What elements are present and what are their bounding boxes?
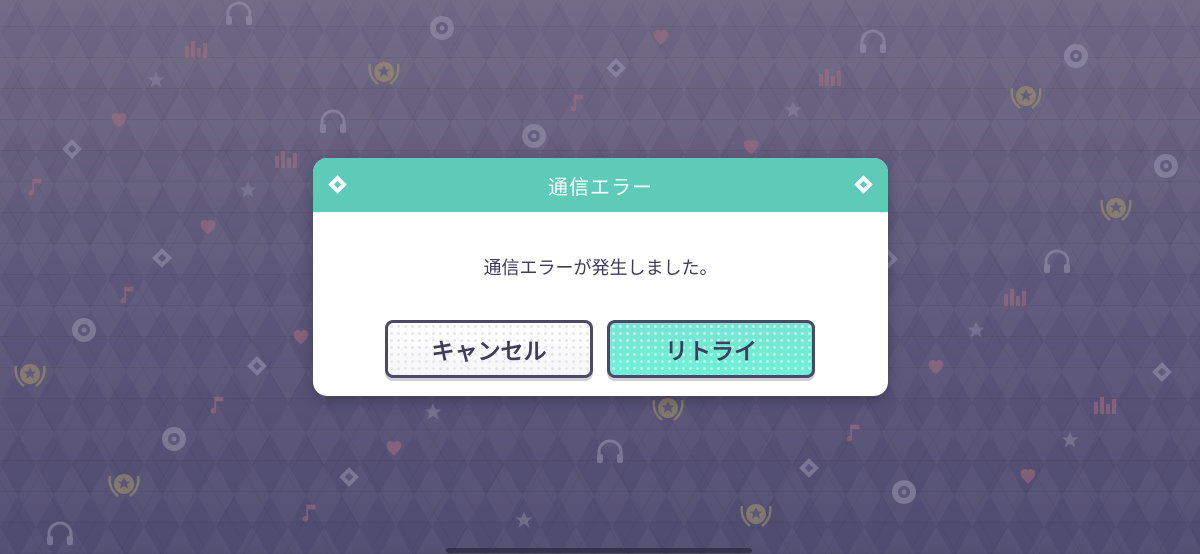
star-icon [146,70,166,90]
star-icon [423,402,443,422]
cd-disc-icon [1062,42,1090,70]
music-note-icon [206,394,228,416]
equalizer-icon [274,148,298,168]
star-icon [783,100,803,120]
diamond-icon [150,246,174,270]
laurel-star-badge-icon [1006,74,1046,114]
cd-disc-icon [160,425,188,453]
heart-icon [1017,464,1039,486]
music-note-icon [116,284,138,306]
laurel-star-badge-icon [1096,186,1136,226]
heart-icon [383,436,405,458]
cd-disc-icon [428,14,456,42]
heart-icon [925,355,947,377]
cd-disc-icon [70,316,98,344]
cancel-button-label: キャンセル [431,339,547,365]
diamond-icon [245,354,269,378]
music-note-icon [842,422,864,444]
dialog-title: 通信エラー [548,174,653,199]
diamond-icon [1150,360,1174,384]
error-dialog: 通信エラー 通信エラーが発生しました。 キャンセル リトライ [313,158,888,396]
cd-disc-icon [520,122,548,150]
laurel-star-badge-icon [736,492,776,532]
star-icon [1060,430,1080,450]
star-icon [514,510,534,530]
heart-icon [108,108,130,130]
equalizer-icon [184,38,208,58]
equalizer-icon [1093,394,1117,414]
laurel-star-badge-icon [364,50,404,90]
laurel-star-badge-icon [10,352,50,392]
equalizer-icon [818,66,842,86]
headphones-icon [1042,248,1072,274]
laurel-star-badge-icon [104,462,144,502]
diamond-icon [797,456,821,480]
diamond-icon [854,175,873,194]
cd-disc-icon [1152,152,1180,180]
headphones-icon [318,108,348,134]
music-note-icon [24,176,46,198]
headphones-icon [224,0,254,26]
retry-button-label: リトライ [665,339,757,365]
star-icon [238,180,258,200]
headphones-icon [595,438,625,464]
heart-icon [650,25,672,47]
headphones-icon [45,520,75,546]
music-note-icon [298,502,320,524]
heart-icon [740,135,762,157]
cancel-button[interactable]: キャンセル [385,320,593,378]
cd-disc-icon [890,478,918,506]
diamond-icon [604,56,628,80]
heart-icon [290,325,312,347]
diamond-icon [337,465,361,489]
diamond-icon [60,137,84,161]
dialog-header: 通信エラー [313,158,888,212]
diamond-icon [328,175,347,194]
headphones-icon [858,28,888,54]
star-icon [966,320,986,340]
retry-button[interactable]: リトライ [607,320,815,378]
heart-icon [197,215,219,237]
error-message: 通信エラーが発生しました。 [483,258,718,279]
music-note-icon [566,92,588,114]
equalizer-icon [1003,286,1027,306]
home-indicator[interactable] [446,548,752,553]
